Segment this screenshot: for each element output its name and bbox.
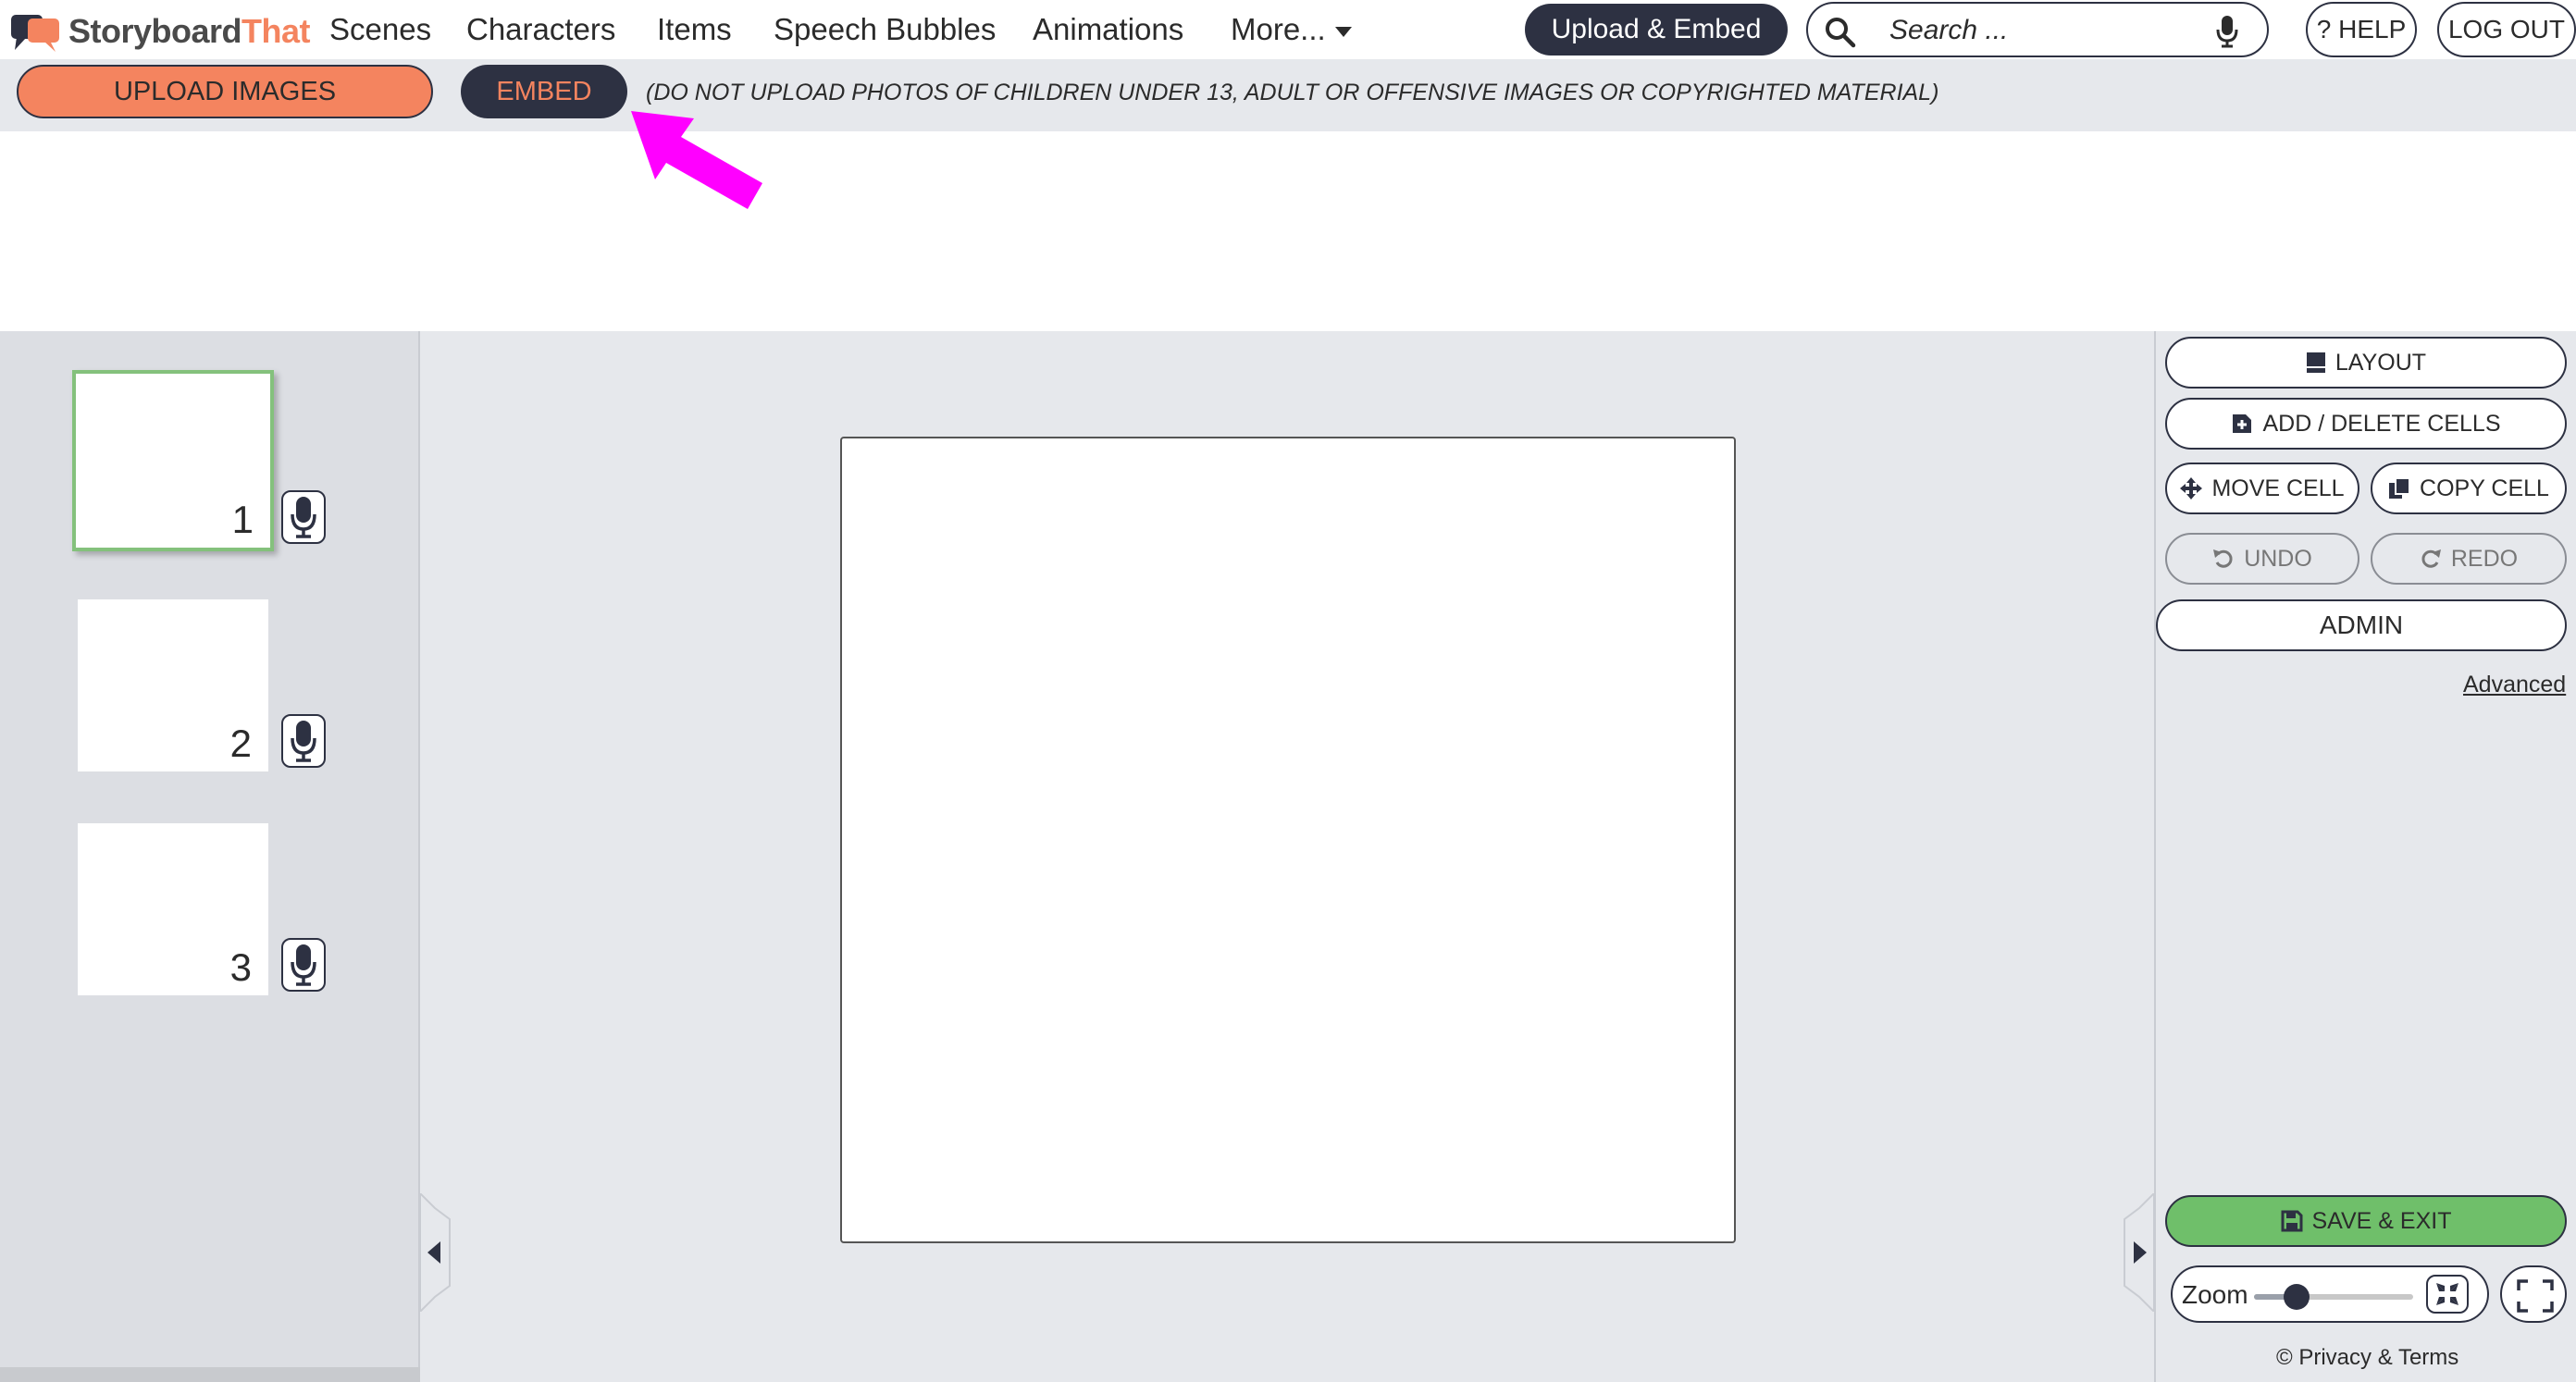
- search-icon[interactable]: [1825, 17, 1856, 48]
- upload-toolbar: UPLOAD IMAGES EMBED (DO NOT UPLOAD PHOTO…: [0, 59, 2576, 131]
- copy-cell-label: COPY CELL: [2420, 475, 2549, 501]
- collapse-right-panel-button[interactable]: [2123, 1193, 2156, 1312]
- layout-label: LAYOUT: [2334, 349, 2427, 376]
- speech-bubble-logo-icon: [7, 9, 63, 54]
- nav-items[interactable]: Items: [657, 9, 732, 50]
- cell-number: 2: [229, 722, 252, 765]
- microphone-icon: [291, 721, 316, 762]
- embed-button[interactable]: EMBED: [461, 65, 627, 118]
- collapse-left-panel-button[interactable]: [418, 1193, 452, 1312]
- logo-text-part2: That: [242, 12, 311, 50]
- shrink-arrows-icon: [2436, 1283, 2458, 1305]
- upload-embed-button[interactable]: Upload & Embed: [1525, 4, 1788, 56]
- storyboardthat-logo[interactable]: StoryboardThat: [7, 9, 311, 54]
- nav-more-dropdown[interactable]: More...: [1231, 9, 1352, 50]
- cell-thumbnail-2[interactable]: 2: [78, 599, 268, 771]
- redo-icon: [2421, 549, 2441, 568]
- logo-text: StoryboardThat: [68, 12, 311, 51]
- copy-cell-button[interactable]: COPY CELL: [2371, 463, 2567, 514]
- left-panel-footer: [0, 1367, 420, 1382]
- upload-warning-text: (DO NOT UPLOAD PHOTOS OF CHILDREN UNDER …: [646, 80, 1939, 105]
- privacy-terms-link[interactable]: © Privacy & Terms: [2276, 1345, 2458, 1371]
- redo-button[interactable]: REDO: [2371, 533, 2567, 585]
- logout-button[interactable]: LOG OUT: [2437, 2, 2576, 57]
- microphone-icon: [291, 944, 316, 986]
- advanced-link[interactable]: Advanced: [2463, 672, 2566, 698]
- redo-label: REDO: [2450, 545, 2519, 572]
- copy-icon: [2389, 477, 2411, 499]
- undo-label: UNDO: [2244, 545, 2312, 572]
- top-navigation: StoryboardThat Scenes Characters Items S…: [0, 0, 2576, 59]
- move-cell-button[interactable]: MOVE CELL: [2165, 463, 2359, 514]
- zoom-label: Zoom: [2182, 1280, 2248, 1309]
- zoom-slider-thumb[interactable]: [2284, 1284, 2310, 1310]
- nav-scenes[interactable]: Scenes: [329, 9, 431, 50]
- nav-speech-bubbles[interactable]: Speech Bubbles: [774, 9, 996, 50]
- layout-icon: [2306, 352, 2325, 373]
- upload-images-button[interactable]: UPLOAD IMAGES: [17, 65, 433, 118]
- cell-1-audio-button[interactable]: [281, 490, 326, 544]
- search-box: [1806, 2, 2269, 57]
- cell-3-audio-button[interactable]: [281, 938, 326, 992]
- fullscreen-button[interactable]: [2500, 1265, 2567, 1323]
- admin-button[interactable]: ADMIN: [2156, 599, 2567, 651]
- save-exit-button[interactable]: SAVE & EXIT: [2165, 1195, 2567, 1247]
- move-cell-label: MOVE CELL: [2211, 475, 2345, 501]
- fullscreen-icon: [2517, 1279, 2554, 1313]
- move-arrows-icon: [2180, 477, 2203, 500]
- cell-thumbnail-panel: 1 2 3: [0, 331, 420, 1367]
- search-input[interactable]: [1888, 11, 2165, 50]
- add-delete-cells-button[interactable]: ADD / DELETE CELLS: [2165, 398, 2567, 450]
- help-button[interactable]: ? HELP: [2306, 2, 2417, 57]
- save-exit-label: SAVE & EXIT: [2311, 1207, 2452, 1234]
- pointer-arrow-annotation: [631, 111, 762, 209]
- save-disk-icon: [2281, 1210, 2302, 1232]
- microphone-icon: [291, 497, 316, 538]
- nav-animations[interactable]: Animations: [1033, 9, 1183, 50]
- nav-characters[interactable]: Characters: [466, 9, 615, 50]
- undo-button[interactable]: UNDO: [2165, 533, 2359, 585]
- layout-button[interactable]: LAYOUT: [2165, 337, 2567, 389]
- zoom-fit-button[interactable]: [2426, 1275, 2469, 1314]
- zoom-control: Zoom: [2171, 1265, 2489, 1323]
- logo-text-part1: Storyboard: [68, 12, 242, 50]
- zoom-slider[interactable]: [2254, 1284, 2413, 1310]
- cell-number: 1: [231, 498, 254, 541]
- add-cell-icon: [2233, 414, 2252, 433]
- undo-icon: [2213, 549, 2233, 568]
- add-delete-cells-label: ADD / DELETE CELLS: [2262, 410, 2501, 437]
- cell-thumbnail-3[interactable]: 3: [78, 823, 268, 995]
- cell-number: 3: [229, 945, 252, 989]
- storyboard-canvas[interactable]: [840, 437, 1736, 1243]
- voice-search-mic-icon[interactable]: [2215, 15, 2239, 48]
- editor-workspace: 1 2 3 LAYOUT ADD / DELETE CELLS MOVE CEL…: [0, 331, 2576, 1382]
- cell-2-audio-button[interactable]: [281, 714, 326, 768]
- cell-thumbnail-1[interactable]: 1: [72, 370, 274, 551]
